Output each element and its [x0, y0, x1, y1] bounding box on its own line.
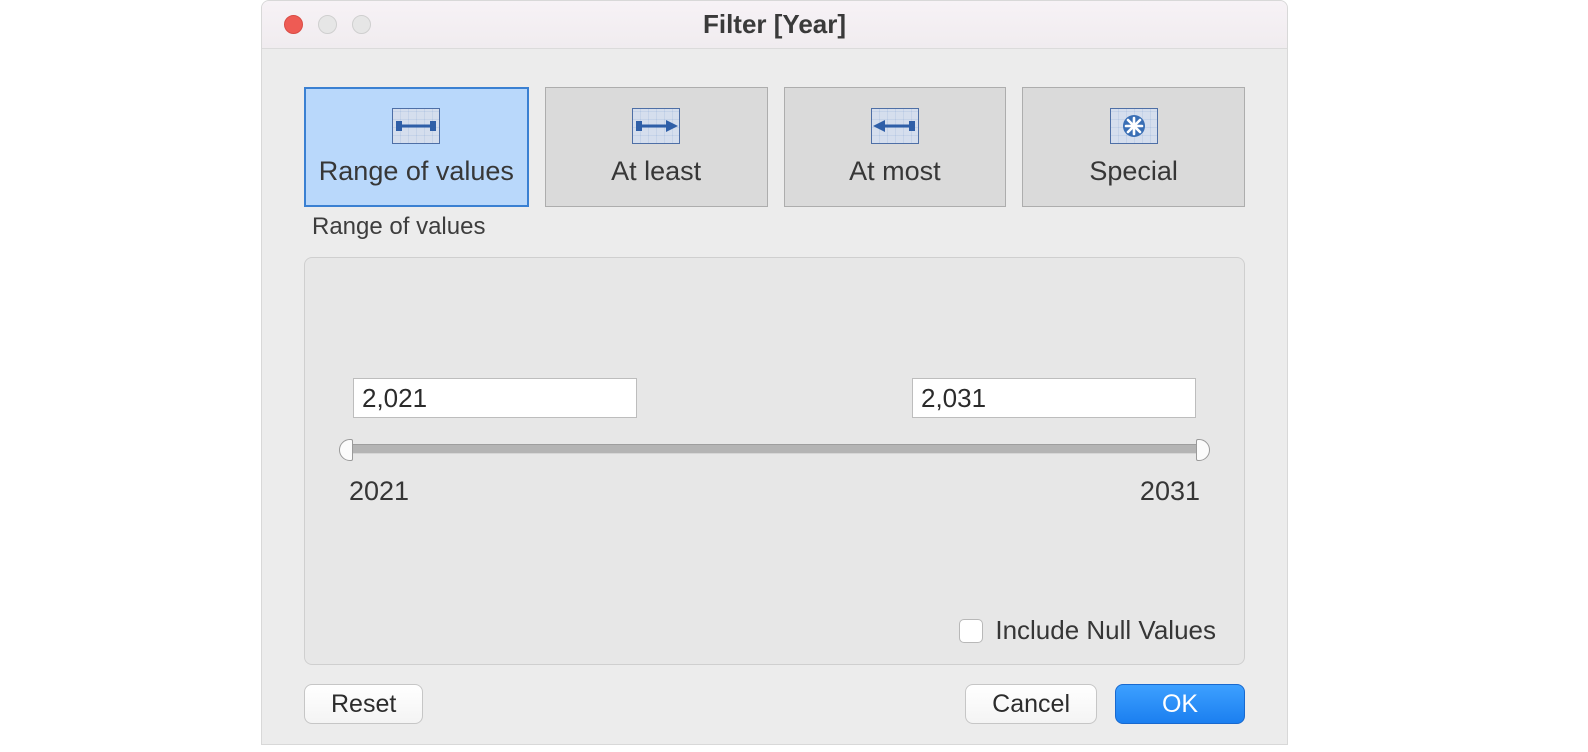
scale-min-label: 2021: [349, 476, 409, 507]
filter-type-tabs: Range of values At least At most: [262, 49, 1287, 207]
range-min-input[interactable]: [353, 378, 637, 418]
minimize-icon[interactable]: [318, 15, 337, 34]
range-panel: 2021 2031 Include Null Values: [304, 257, 1245, 665]
include-null-row[interactable]: Include Null Values: [959, 615, 1216, 646]
ok-button[interactable]: OK: [1115, 684, 1245, 724]
tab-label: Special: [1089, 156, 1178, 187]
slider-track: [347, 444, 1202, 454]
range-max-input[interactable]: [912, 378, 1196, 418]
selected-tab-caption: Range of values: [262, 207, 1287, 241]
slider-handle-max[interactable]: [1196, 439, 1210, 461]
filter-dialog: Filter [Year] Range of values At lea: [261, 0, 1288, 745]
tab-special[interactable]: Special: [1022, 87, 1245, 207]
special-icon: [1110, 108, 1158, 144]
window-controls: [284, 15, 371, 34]
tab-at-most[interactable]: At most: [784, 87, 1007, 207]
at-least-icon: [632, 108, 680, 144]
tab-label: At most: [849, 156, 941, 187]
window-title: Filter [Year]: [262, 9, 1287, 40]
reset-button[interactable]: Reset: [304, 684, 423, 724]
tab-label: At least: [611, 156, 701, 187]
range-icon: [392, 108, 440, 144]
include-null-checkbox[interactable]: [959, 619, 983, 643]
at-most-icon: [871, 108, 919, 144]
tab-at-least[interactable]: At least: [545, 87, 768, 207]
scale-max-label: 2031: [1140, 476, 1200, 507]
slider-handle-min[interactable]: [339, 439, 353, 461]
tab-label: Range of values: [319, 156, 514, 187]
include-null-label: Include Null Values: [995, 615, 1216, 646]
cancel-button[interactable]: Cancel: [965, 684, 1097, 724]
range-slider[interactable]: 2021 2031: [347, 444, 1202, 507]
close-icon[interactable]: [284, 15, 303, 34]
titlebar: Filter [Year]: [262, 1, 1287, 49]
range-inputs: [353, 378, 1196, 418]
dialog-footer: Reset Cancel OK: [304, 684, 1245, 724]
slider-scale: 2021 2031: [347, 476, 1202, 507]
maximize-icon[interactable]: [352, 15, 371, 34]
tab-range-of-values[interactable]: Range of values: [304, 87, 529, 207]
